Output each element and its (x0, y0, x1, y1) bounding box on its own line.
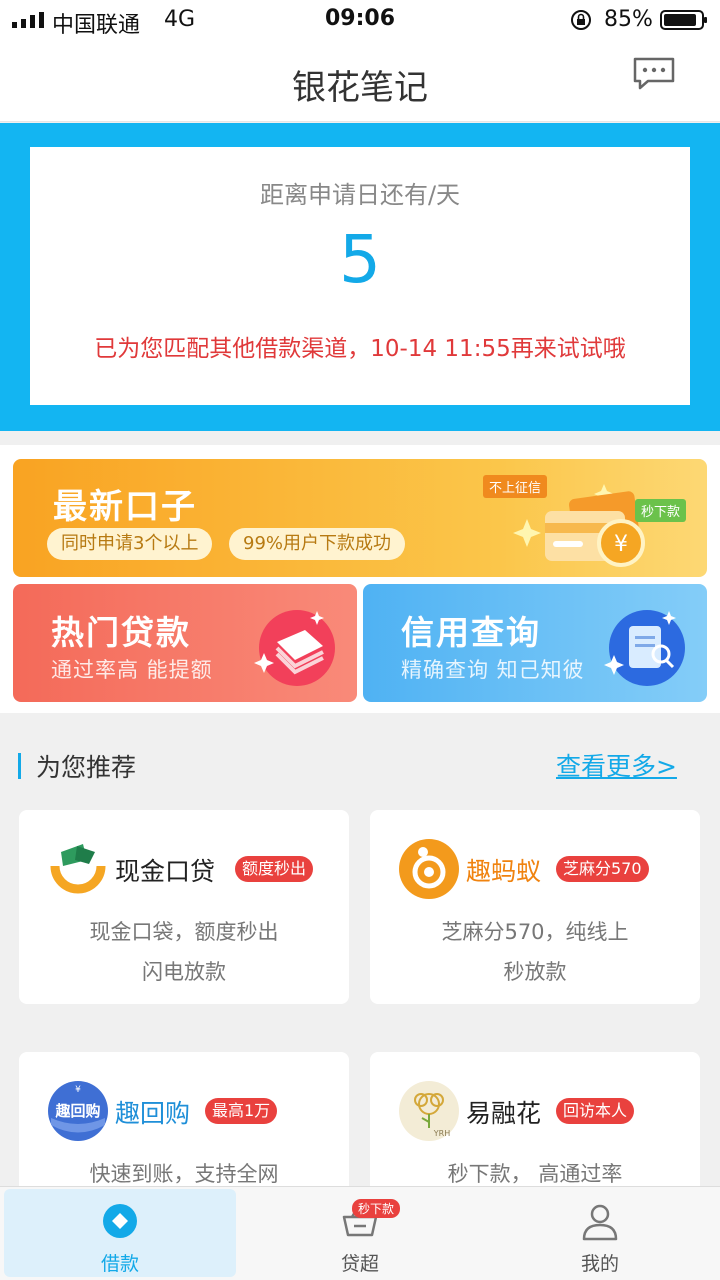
latest-title: 最新口子 (53, 487, 197, 527)
banner-pill-1: 同时申请3个以上 (47, 528, 213, 560)
svg-text:¥: ¥ (75, 1085, 81, 1095)
ant-logo (399, 839, 459, 899)
tab-loan-market[interactable]: 秒下款 贷超 (244, 1189, 476, 1277)
status-bar: 中国联通 4G 09:06 85% (0, 0, 720, 40)
tag-no-credit: 不上征信 (483, 475, 548, 498)
recommend-title: 为您推荐 (36, 753, 137, 782)
product-badge: 回访本人 (556, 1098, 635, 1124)
promo-area: 最新口子 同时申请3个以上 99%用户下款成功 ¥ 不上征信 秒下款 热门贷款 … (0, 445, 720, 713)
quhuigou-logo: ¥ 趣回购 (48, 1081, 108, 1141)
countdown-notice: 已为您匹配其他借款渠道，10-14 11:55再来试试哦 (94, 336, 626, 362)
tab-mine-label: 我的 (580, 1253, 619, 1275)
product-desc-1: 芝麻分570，纯线上 (441, 920, 629, 944)
tag-fast-loan: 秒下款 (635, 499, 687, 522)
credit-query-title: 信用查询 (401, 613, 541, 652)
tab-mine[interactable]: 我的 (484, 1189, 716, 1277)
product-desc-2: 秒放款 (503, 960, 567, 984)
countdown-label: 距离申请日还有/天 (259, 181, 461, 209)
product-badge: 额度秒出 (235, 856, 314, 882)
rotation-lock-icon (571, 10, 591, 30)
battery-icon (660, 10, 707, 30)
banner-pill-2: 99%用户下款成功 (229, 528, 406, 560)
product-name: 趣回购 (115, 1099, 191, 1128)
hot-loans-title: 热门贷款 (51, 613, 191, 652)
diamond-icon (103, 1204, 137, 1238)
recommend-header: 为您推荐 查看更多> (0, 731, 720, 801)
credit-query-subtitle: 精确查询 知己知彼 (401, 658, 585, 682)
tab-loan-label: 借款 (100, 1253, 139, 1275)
view-more-link[interactable]: 查看更多> (556, 747, 677, 783)
section-marker (18, 753, 21, 779)
cash-pocket-logo (50, 844, 106, 894)
hot-loans-subtitle: 通过率高 能提额 (51, 658, 213, 682)
product-badge: 最高1万 (205, 1098, 278, 1124)
product-name: 易融花 (466, 1099, 542, 1128)
svg-text:YRH: YRH (433, 1129, 450, 1138)
bottom-tab-bar: 借款 秒下款 贷超 我的 (0, 1186, 720, 1280)
battery-percent: 85% (604, 7, 653, 32)
countdown-section: 距离申请日还有/天 5 已为您匹配其他借款渠道，10-14 11:55再来试试哦 (0, 123, 720, 431)
user-icon (582, 1204, 618, 1241)
svg-text:¥: ¥ (614, 532, 628, 557)
app-header: 银花笔记 (0, 40, 720, 122)
yironghua-logo: YRH (399, 1081, 459, 1141)
product-card-ant[interactable]: 趣蚂蚁 芝麻分570 芝麻分570，纯线上 秒放款 (370, 810, 700, 1004)
tab-loan[interactable]: 借款 (4, 1189, 236, 1277)
countdown-days: 5 (339, 221, 381, 298)
countdown-card: 距离申请日还有/天 5 已为您匹配其他借款渠道，10-14 11:55再来试试哦 (30, 147, 690, 405)
product-desc-1: 快速到账，支持全网 (89, 1162, 279, 1186)
document-search-icon (604, 610, 685, 686)
product-desc-1: 现金口袋，额度秒出 (89, 920, 279, 944)
page-title: 银花笔记 (292, 68, 428, 108)
divider (0, 431, 720, 445)
product-desc-1: 秒下款， 高通过率 (447, 1162, 623, 1186)
svg-text:趣回购: 趣回购 (54, 1102, 100, 1120)
product-desc-2: 闪电放款 (142, 960, 226, 984)
hot-loans-card[interactable]: 热门贷款 通过率高 能提额 (13, 584, 357, 702)
product-name: 现金口贷 (115, 857, 216, 886)
message-icon[interactable] (632, 56, 676, 92)
product-name: 趣蚂蚁 (466, 857, 542, 886)
tab-loan-market-label: 贷超 (340, 1253, 379, 1275)
latest-loans-banner[interactable]: 最新口子 同时申请3个以上 99%用户下款成功 ¥ 不上征信 秒下款 (13, 459, 707, 577)
tab-badge: 秒下款 (352, 1199, 401, 1218)
product-badge: 芝麻分570 (556, 856, 649, 882)
money-stack-icon (254, 610, 335, 686)
product-card-cash[interactable]: 现金口贷 额度秒出 现金口袋，额度秒出 闪电放款 (19, 810, 349, 1004)
credit-query-card[interactable]: 信用查询 精确查询 知己知彼 (363, 584, 707, 702)
